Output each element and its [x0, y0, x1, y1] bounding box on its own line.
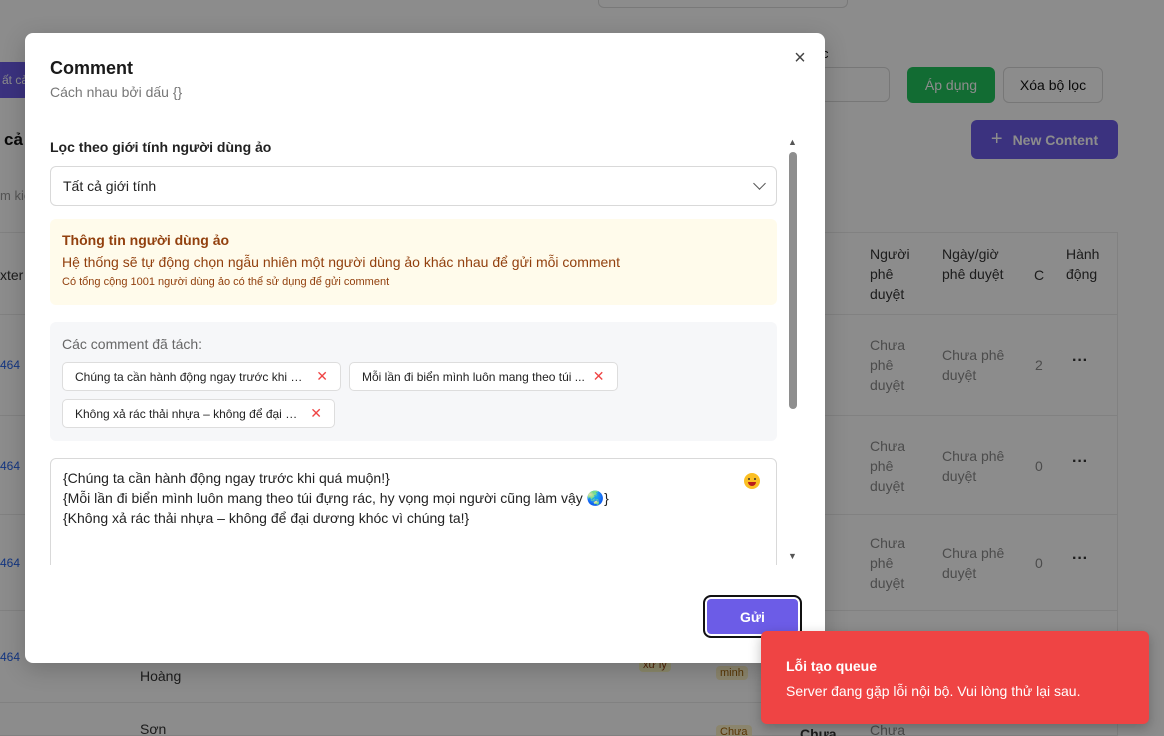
chevron-down-icon: [753, 177, 766, 190]
chip-label: Mỗi lần đi biển mình luôn mang theo túi …: [362, 369, 585, 384]
gender-select-value: Tất cả giới tính: [63, 178, 157, 194]
virtual-user-info: Thông tin người dùng ảo Hệ thống sẽ tự đ…: [50, 219, 777, 305]
info-note: Có tổng cộng 1001 người dùng ảo có thể s…: [62, 276, 390, 288]
modal-body: Lọc theo giới tính người dùng ảo Tất cả …: [50, 133, 777, 565]
chip-list: Chúng ta cần hành động ngay trước khi qu…: [62, 362, 765, 428]
info-description: Hệ thống sẽ tự động chọn ngẫu nhiên một …: [62, 254, 620, 270]
split-title: Các comment đã tách:: [62, 336, 203, 352]
remove-chip-icon[interactable]: ✕: [593, 368, 605, 385]
chip-label: Không xả rác thải nhựa – không để đại dư…: [75, 406, 303, 421]
error-toast[interactable]: Lỗi tạo queue Server đang gặp lỗi nội bộ…: [761, 631, 1149, 724]
modal-scrollbar[interactable]: ▲ ▼: [783, 133, 803, 565]
scrollbar-thumb[interactable]: [789, 152, 797, 409]
scroll-down-icon[interactable]: ▼: [788, 551, 797, 561]
gender-select[interactable]: Tất cả giới tính: [50, 166, 777, 206]
comment-modal: Comment Cách nhau bởi dấu {} × Lọc theo …: [25, 33, 825, 663]
toast-description: Server đang gặp lỗi nội bộ. Vui lòng thử…: [786, 683, 1081, 699]
split-comments: Các comment đã tách: Chúng ta cần hành đ…: [50, 322, 777, 441]
modal-title: Comment: [50, 58, 134, 78]
comment-chip: Không xả rác thải nhựa – không để đại dư…: [62, 399, 335, 428]
emoji-icon[interactable]: [744, 473, 760, 489]
textarea-line: {Không xả rác thải nhựa – không để đại d…: [63, 510, 470, 526]
remove-chip-icon[interactable]: ✕: [316, 368, 328, 385]
info-title: Thông tin người dùng ảo: [62, 232, 230, 248]
comment-chip: Mỗi lần đi biển mình luôn mang theo túi …: [349, 362, 618, 391]
chip-label: Chúng ta cần hành động ngay trước khi qu…: [75, 369, 309, 384]
textarea-line: {Mỗi lần đi biển mình luôn mang theo túi…: [63, 490, 609, 506]
gender-filter-label: Lọc theo giới tính người dùng ảo: [50, 139, 272, 155]
scroll-up-icon[interactable]: ▲: [788, 137, 797, 147]
comment-chip: Chúng ta cần hành động ngay trước khi qu…: [62, 362, 341, 391]
comment-textarea[interactable]: {Chúng ta cần hành động ngay trước khi q…: [50, 458, 777, 565]
close-icon[interactable]: ×: [789, 47, 811, 69]
textarea-line: {Chúng ta cần hành động ngay trước khi q…: [63, 470, 390, 486]
modal-subtitle: Cách nhau bởi dấu {}: [50, 84, 183, 100]
toast-title: Lỗi tạo queue: [786, 658, 877, 674]
remove-chip-icon[interactable]: ✕: [310, 405, 322, 422]
